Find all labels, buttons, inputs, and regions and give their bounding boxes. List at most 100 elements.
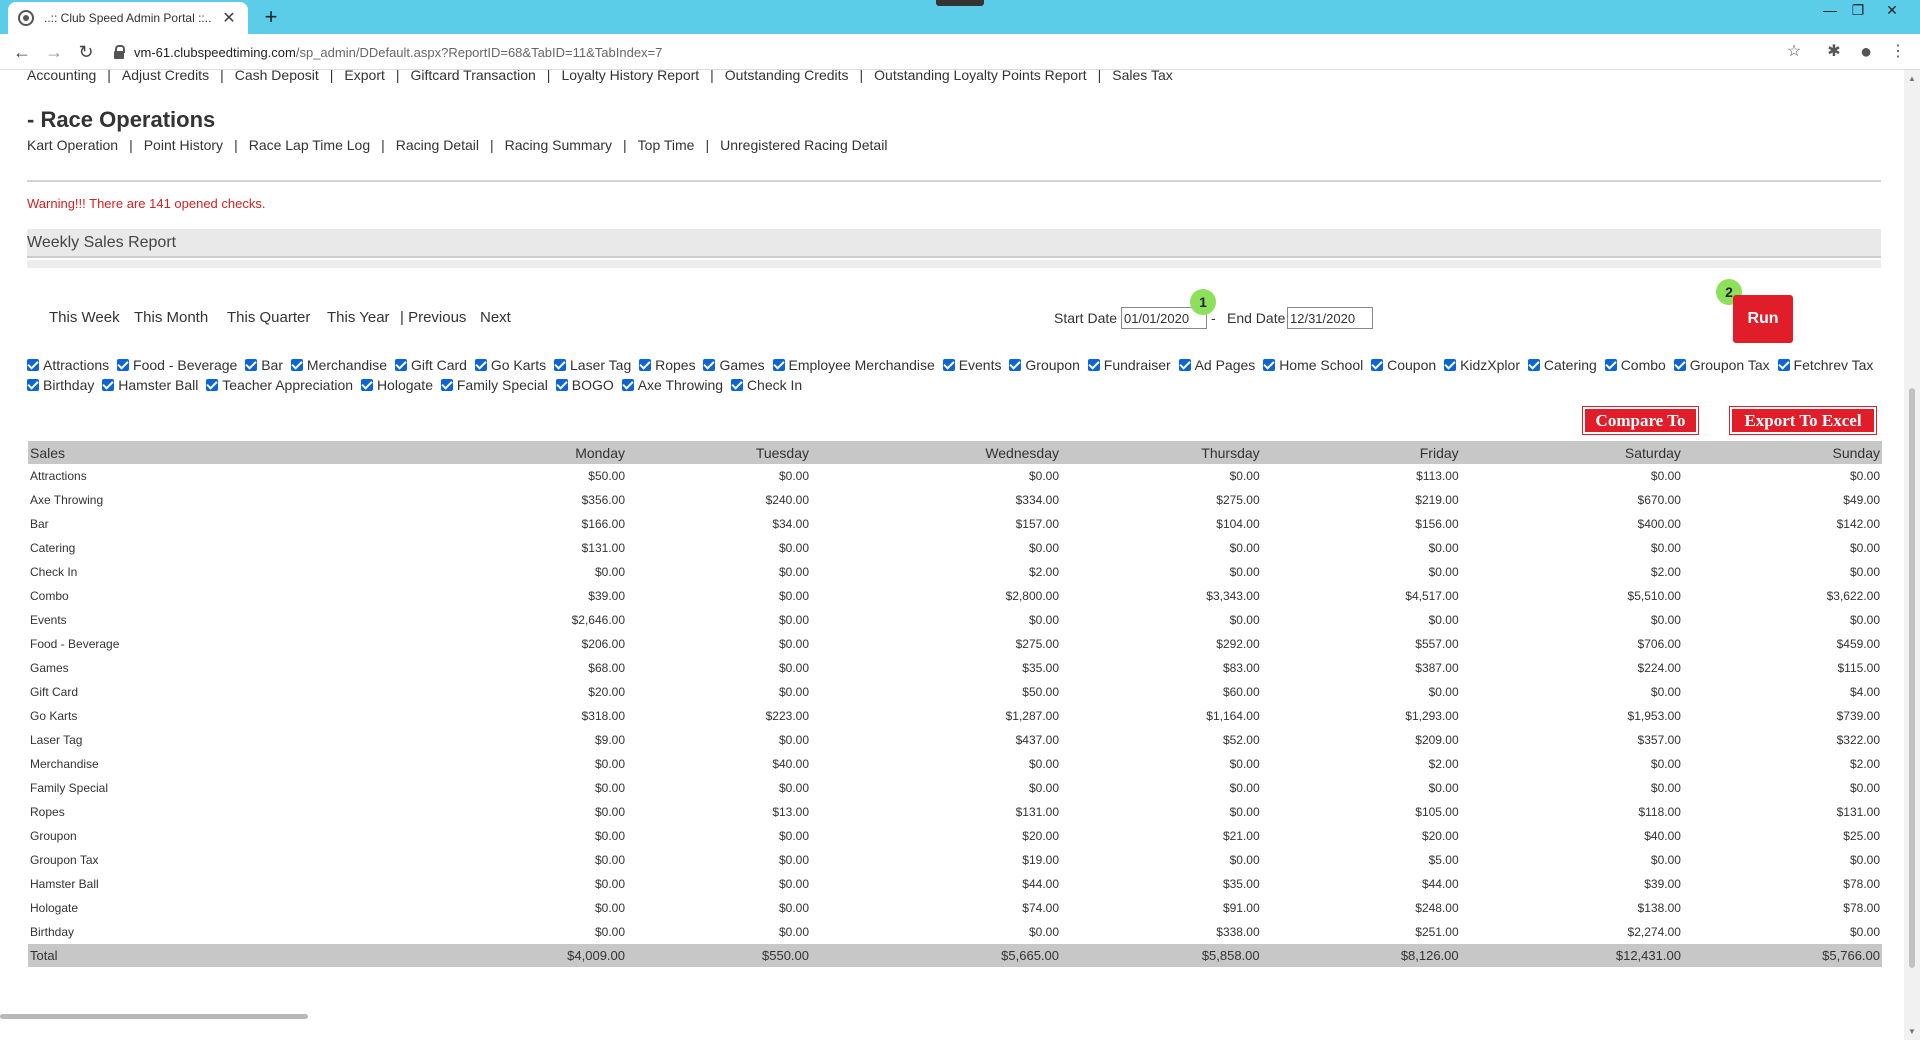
category-filter-ropes[interactable]: Ropes (639, 357, 696, 373)
new-tab-icon[interactable]: + (258, 4, 284, 30)
checked-checkbox-icon[interactable] (440, 379, 453, 391)
category-filter-combo[interactable]: Combo (1604, 357, 1666, 373)
minimize-icon[interactable]: — (1816, 0, 1844, 22)
checked-checkbox-icon[interactable] (621, 379, 634, 391)
extensions-puzzle-icon[interactable]: ✱ (1824, 42, 1844, 62)
report-link-export[interactable]: Export (344, 70, 384, 83)
checked-checkbox-icon[interactable] (942, 359, 955, 371)
checked-checkbox-icon[interactable] (206, 379, 219, 391)
checked-checkbox-icon[interactable] (1087, 359, 1100, 371)
this-quarter-link[interactable]: This Quarter (227, 309, 310, 326)
report-link-accounting[interactable]: Accounting (27, 70, 96, 83)
category-filter-coupon[interactable]: Coupon (1371, 357, 1436, 373)
browser-tab[interactable]: ..:: Club Speed Admin Portal ::.. ✕ (8, 2, 248, 34)
menu-kebab-icon[interactable]: ⋮ (1888, 42, 1908, 62)
category-filter-laser-tag[interactable]: Laser Tag (554, 357, 631, 373)
category-filter-teacher-appreciation[interactable]: Teacher Appreciation (206, 377, 353, 393)
checked-checkbox-icon[interactable] (245, 359, 258, 371)
report-link-loyalty-history-report[interactable]: Loyalty History Report (561, 70, 699, 83)
profile-avatar-icon[interactable]: ● (1856, 42, 1876, 62)
reload-icon[interactable]: ↻ (74, 40, 98, 64)
url-field[interactable]: vm-61.clubspeedtiming.com/sp_admin/DDefa… (108, 38, 1798, 66)
checked-checkbox-icon[interactable] (27, 379, 39, 391)
category-filter-groupon-tax[interactable]: Groupon Tax (1673, 357, 1770, 373)
back-arrow-icon[interactable]: ← (10, 40, 34, 64)
report-link-racing-detail[interactable]: Racing Detail (396, 137, 479, 153)
scroll-down-icon[interactable]: ▼ (1908, 1027, 1916, 1036)
checked-checkbox-icon[interactable] (102, 379, 115, 391)
bookmark-star-icon[interactable]: ☆ (1784, 42, 1804, 62)
checked-checkbox-icon[interactable] (1777, 359, 1790, 371)
report-link-kart-operation[interactable]: Kart Operation (27, 137, 118, 153)
checked-checkbox-icon[interactable] (1604, 359, 1617, 371)
checked-checkbox-icon[interactable] (1444, 359, 1457, 371)
checked-checkbox-icon[interactable] (730, 379, 743, 391)
checked-checkbox-icon[interactable] (27, 359, 39, 371)
report-link-unregistered-racing-detail[interactable]: Unregistered Racing Detail (720, 137, 887, 153)
category-filter-employee-merchandise[interactable]: Employee Merchandise (772, 357, 935, 373)
export-to-excel-button[interactable]: Export To Excel (1729, 406, 1877, 435)
next-link[interactable]: Next (480, 309, 511, 326)
report-link-outstanding-loyalty-points-report[interactable]: Outstanding Loyalty Points Report (874, 70, 1086, 83)
report-link-sales-tax[interactable]: Sales Tax (1112, 70, 1172, 83)
category-filter-merchandise[interactable]: Merchandise (290, 357, 387, 373)
this-week-link[interactable]: This Week (49, 309, 120, 326)
checked-checkbox-icon[interactable] (1527, 359, 1540, 371)
category-filter-attractions[interactable]: Attractions (27, 357, 109, 373)
category-filter-family-special[interactable]: Family Special (440, 377, 548, 393)
category-filter-birthday[interactable]: Birthday (27, 377, 94, 393)
restore-icon[interactable]: ❐ (1844, 0, 1872, 22)
this-month-link[interactable]: This Month (134, 309, 208, 326)
category-filter-kidzxplor[interactable]: KidzXplor (1444, 357, 1520, 373)
end-date-input[interactable] (1287, 307, 1373, 329)
category-filter-bar[interactable]: Bar (245, 357, 283, 373)
previous-link[interactable]: | Previous (400, 309, 466, 326)
checked-checkbox-icon[interactable] (474, 359, 487, 371)
category-filter-ad-pages[interactable]: Ad Pages (1178, 357, 1255, 373)
checked-checkbox-icon[interactable] (639, 359, 652, 371)
report-link-top-time[interactable]: Top Time (638, 137, 695, 153)
category-filter-axe-throwing[interactable]: Axe Throwing (621, 377, 723, 393)
checked-checkbox-icon[interactable] (290, 359, 303, 371)
report-link-point-history[interactable]: Point History (144, 137, 223, 153)
compare-to-button[interactable]: Compare To (1582, 406, 1699, 435)
report-link-racing-summary[interactable]: Racing Summary (505, 137, 612, 153)
report-link-outstanding-credits[interactable]: Outstanding Credits (725, 70, 849, 83)
category-filter-events[interactable]: Events (942, 357, 1002, 373)
checked-checkbox-icon[interactable] (1371, 359, 1384, 371)
scroll-up-icon[interactable]: ▲ (1908, 74, 1916, 83)
forward-arrow-icon[interactable]: → (42, 40, 66, 64)
checked-checkbox-icon[interactable] (117, 359, 130, 371)
checked-checkbox-icon[interactable] (1009, 359, 1022, 371)
category-filter-hologate[interactable]: Hologate (360, 377, 433, 393)
category-filter-fundraiser[interactable]: Fundraiser (1087, 357, 1171, 373)
category-filter-groupon[interactable]: Groupon (1009, 357, 1080, 373)
checked-checkbox-icon[interactable] (703, 359, 716, 371)
category-filter-check-in[interactable]: Check In (730, 377, 802, 393)
category-filter-go-karts[interactable]: Go Karts (474, 357, 546, 373)
category-filter-food-beverage[interactable]: Food - Beverage (117, 357, 237, 373)
checked-checkbox-icon[interactable] (772, 359, 785, 371)
checked-checkbox-icon[interactable] (554, 359, 566, 371)
category-filter-gift-card[interactable]: Gift Card (394, 357, 467, 373)
category-filter-hamster-ball[interactable]: Hamster Ball (102, 377, 198, 393)
report-link-giftcard-transaction[interactable]: Giftcard Transaction (411, 70, 536, 83)
category-filter-catering[interactable]: Catering (1527, 357, 1597, 373)
close-window-icon[interactable]: ✕ (1878, 0, 1906, 22)
vertical-scrollbar[interactable]: ▲ ▼ (1904, 70, 1920, 1040)
category-filter-bogo[interactable]: BOGO (555, 377, 614, 393)
close-tab-icon[interactable]: ✕ (220, 8, 238, 28)
horizontal-scrollbar[interactable] (0, 1012, 1904, 1022)
category-filter-fetchrev-tax[interactable]: Fetchrev Tax (1777, 357, 1873, 373)
run-button[interactable]: Run (1733, 295, 1793, 343)
this-year-link[interactable]: This Year (327, 309, 390, 326)
report-link-adjust-credits[interactable]: Adjust Credits (122, 70, 209, 83)
horizontal-scroll-thumb[interactable] (0, 1014, 308, 1019)
checked-checkbox-icon[interactable] (1263, 359, 1276, 371)
checked-checkbox-icon[interactable] (1178, 359, 1191, 371)
report-link-race-lap-time-log[interactable]: Race Lap Time Log (249, 137, 370, 153)
checked-checkbox-icon[interactable] (555, 379, 568, 391)
checked-checkbox-icon[interactable] (360, 379, 373, 391)
checked-checkbox-icon[interactable] (1673, 359, 1686, 371)
category-filter-home-school[interactable]: Home School (1263, 357, 1363, 373)
